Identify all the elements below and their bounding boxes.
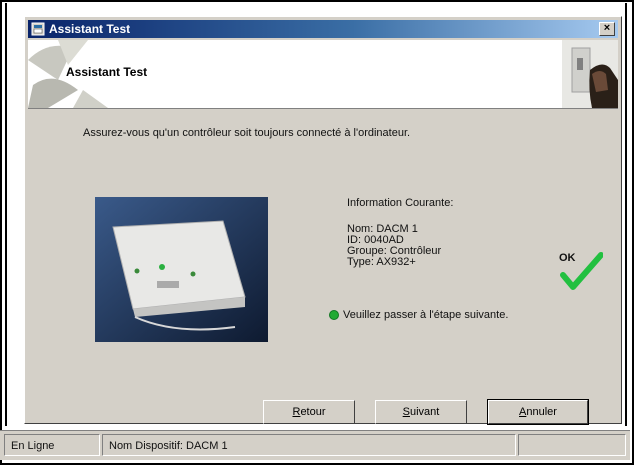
checkmark-icon: OK [559,252,603,290]
next-step-text: Veuillez passer à l'étape suivante. [343,309,509,321]
info-type: Type: AX932+ [347,256,416,268]
info-heading: Information Courante: [347,197,454,209]
status-bar: En Ligne Nom Dispositif: DACM 1 [0,430,630,460]
cancel-label: nnuler [526,406,557,418]
ok-label: OK [559,252,576,264]
cancel-button[interactable]: Annuler [487,399,589,425]
dialog-title: Assistant Test [49,22,131,36]
header-title: Assistant Test [66,65,148,79]
back-button[interactable]: Retour [263,400,355,424]
app-area: Assistant Test × Assistant Test Assurez-… [5,3,627,426]
close-icon: × [603,22,611,34]
next-label: uivant [409,406,440,418]
status-empty-cell [518,434,626,456]
next-button[interactable]: Suivant [375,400,467,424]
next-step-message: Veuillez passer à l'étape suivante. [329,309,508,321]
next-mnemonic: S [402,406,410,418]
status-connection-mode: En Ligne [4,434,100,456]
right-divider [625,3,627,426]
assistant-dialog: Assistant Test × Assistant Test Assurez-… [24,16,622,425]
green-dot-icon [329,310,339,320]
status-device-name: Nom Dispositif: DACM 1 [102,434,516,456]
dialog-titlebar[interactable]: Assistant Test × [28,20,618,38]
instruction-text: Assurez-vous qu'un contrôleur soit toujo… [83,127,411,139]
wizard-header: Assistant Test [28,40,618,109]
app-window-icon [31,22,45,36]
close-button[interactable]: × [599,22,615,36]
left-divider [5,3,7,426]
current-info-block: Information Courante: Nom: DACM 1 ID: 00… [347,198,453,268]
hand-reader-photo [562,40,618,108]
controller-device-photo [95,197,268,342]
back-label: etour [300,406,326,418]
